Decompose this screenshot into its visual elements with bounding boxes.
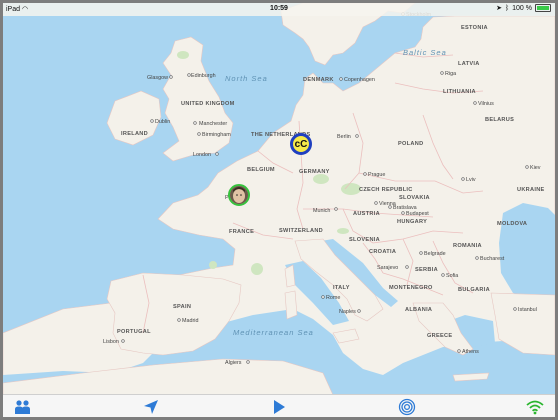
country-label: FRANCE: [229, 229, 254, 235]
country-label: GERMANY: [299, 169, 330, 175]
city-marker: Bucharest: [475, 256, 505, 262]
country-label: UKRAINE: [517, 187, 545, 193]
svg-text:Algiers: Algiers: [225, 360, 242, 366]
svg-text:Belgrade: Belgrade: [424, 251, 446, 257]
sea-label: Baltic Sea: [403, 48, 447, 57]
city-marker: Birmingham: [197, 132, 231, 138]
svg-text:Berlin: Berlin: [337, 134, 351, 140]
svg-text:Dublin: Dublin: [155, 119, 170, 125]
svg-text:Glasgow: Glasgow: [147, 75, 168, 81]
svg-text:Edinburgh: Edinburgh: [191, 73, 216, 79]
country-label: MOLDOVA: [497, 221, 527, 227]
svg-text:Lisbon: Lisbon: [103, 339, 119, 345]
svg-text:Kiev: Kiev: [530, 165, 541, 171]
avatar-image: [230, 186, 248, 204]
country-label: CZECH REPUBLIC: [359, 187, 413, 193]
svg-text:London: London: [193, 152, 211, 158]
country-label: ROMANIA: [453, 243, 482, 249]
city-marker: Belgrade: [419, 251, 446, 257]
location-button[interactable]: [140, 397, 162, 416]
people-icon: [15, 399, 30, 414]
svg-text:Budapest: Budapest: [406, 211, 429, 217]
land-sardinia: [284, 290, 298, 320]
city-marker: Istanbul: [513, 307, 537, 313]
people-button[interactable]: [12, 397, 34, 416]
svg-text:Copenhagen: Copenhagen: [344, 77, 375, 83]
country-label: ALBANIA: [405, 307, 432, 313]
country-label: AUSTRIA: [353, 211, 380, 217]
country-label: UNITED KINGDOM: [181, 101, 235, 107]
country-label: SERBIA: [415, 267, 438, 273]
ipad-screen: iPad ◠ 10:59 ➤ ᛒ 100 % North Sea Baltic …: [3, 3, 555, 417]
country-label: DENMARK: [303, 77, 334, 83]
svg-text:Athens: Athens: [462, 349, 479, 355]
svg-text:Naples: Naples: [339, 309, 356, 315]
svg-text:Sofia: Sofia: [446, 273, 458, 279]
bluetooth-status-icon: ᛒ: [504, 4, 510, 12]
country-label: LATVIA: [458, 61, 480, 67]
svg-text:Bucharest: Bucharest: [480, 256, 505, 262]
svg-text:Sarajevo: Sarajevo: [377, 265, 398, 271]
svg-text:Birmingham: Birmingham: [202, 132, 231, 138]
group-pin-label: cC: [294, 138, 308, 150]
svg-text:Manchester: Manchester: [199, 121, 227, 127]
svg-text:Munich: Munich: [313, 208, 330, 214]
city-marker: Edinburgh: [187, 73, 216, 79]
country-label: GREECE: [427, 333, 452, 339]
city-marker: Manchester: [193, 121, 227, 127]
country-label: BULGARIA: [458, 287, 490, 293]
svg-text:Madrid: Madrid: [182, 318, 198, 324]
svg-text:Istanbul: Istanbul: [518, 307, 537, 313]
airdrop-button[interactable]: [396, 397, 418, 416]
map-view[interactable]: North Sea Baltic Sea Mediterranean Sea E…: [3, 3, 555, 395]
country-label: HUNGARY: [397, 219, 427, 225]
country-label: SLOVAKIA: [399, 195, 430, 201]
wifi-icon: [526, 400, 544, 414]
play-icon: [274, 399, 285, 414]
land-corsica: [284, 264, 296, 288]
country-label: SWITZERLAND: [279, 228, 323, 234]
country-label: LITHUANIA: [443, 89, 476, 95]
svg-text:Lviv: Lviv: [466, 177, 476, 183]
location-arrow-icon: [144, 399, 158, 414]
wifi-button[interactable]: [524, 397, 546, 416]
svg-text:Riga: Riga: [445, 71, 456, 77]
svg-text:Prague: Prague: [368, 172, 385, 178]
country-label: POLAND: [398, 141, 423, 147]
country-label: BELGIUM: [247, 167, 275, 173]
country-label: PORTUGAL: [117, 329, 151, 335]
status-bar: iPad ◠ 10:59 ➤ ᛒ 100 %: [3, 3, 555, 16]
play-button[interactable]: [268, 397, 290, 416]
bottom-toolbar: [3, 394, 555, 417]
svg-text:Vilnius: Vilnius: [478, 101, 494, 107]
city-marker: Budapest: [401, 211, 429, 217]
user-location-pin[interactable]: [228, 184, 250, 206]
group-pin[interactable]: cC: [290, 133, 312, 155]
country-label: MONTENEGRO: [389, 285, 433, 291]
country-label: SLOVENIA: [349, 237, 380, 243]
location-status-icon: ➤: [496, 5, 502, 12]
country-label: BELARUS: [485, 117, 514, 123]
status-time: 10:59: [270, 5, 288, 12]
battery-percent: 100 %: [512, 4, 532, 12]
battery-icon: [535, 4, 551, 12]
sea-label: North Sea: [225, 74, 268, 83]
sea-label: Mediterranean Sea: [233, 328, 314, 337]
country-label: SPAIN: [173, 304, 191, 310]
country-label: IRELAND: [121, 131, 148, 137]
airdrop-icon: [398, 398, 416, 415]
city-marker: Copenhagen: [339, 77, 375, 83]
country-label: ITALY: [333, 285, 350, 291]
svg-text:Rome: Rome: [326, 295, 340, 301]
country-label: CROATIA: [369, 249, 396, 255]
country-label: ESTONIA: [461, 25, 488, 31]
